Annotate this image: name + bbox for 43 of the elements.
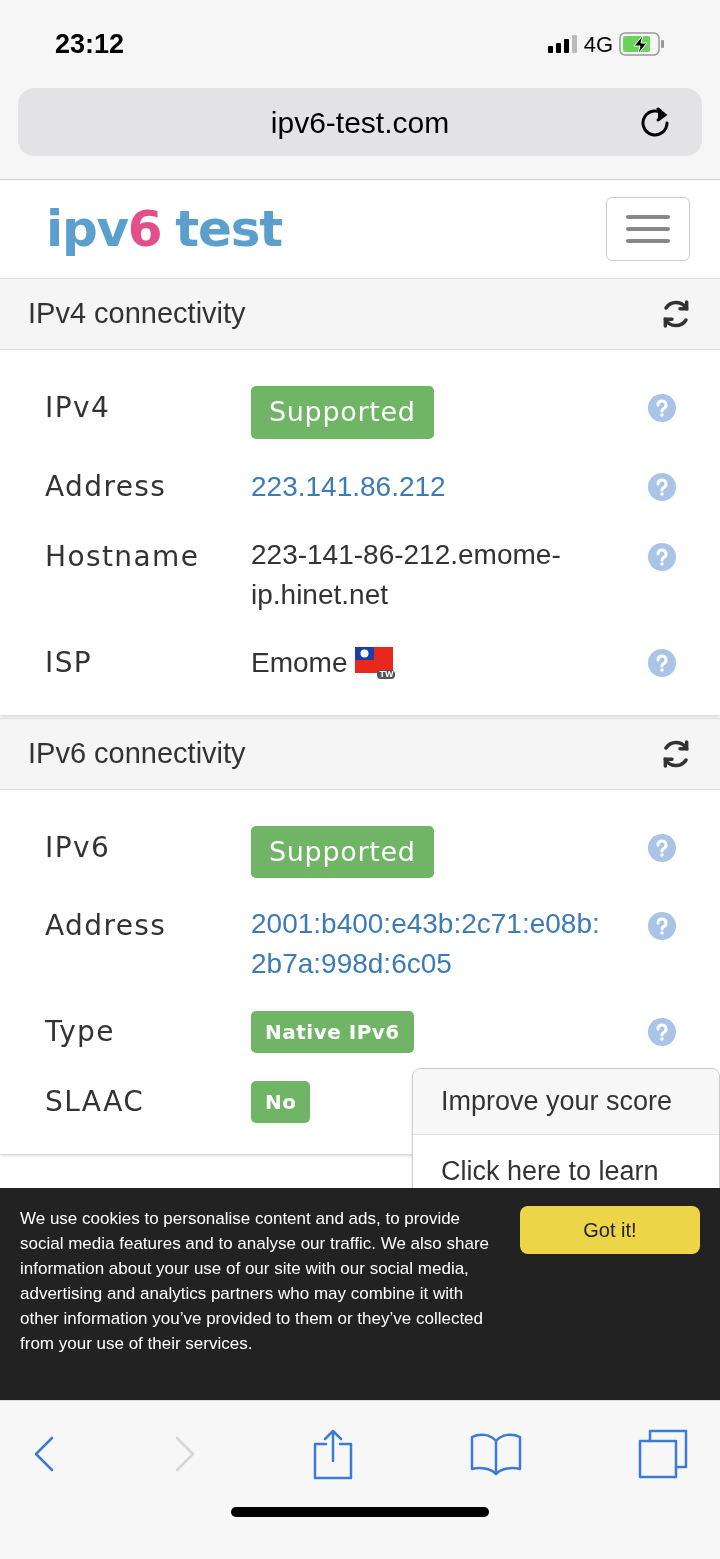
popover-title: Improve your score bbox=[413, 1069, 719, 1135]
help-icon[interactable] bbox=[648, 542, 676, 571]
row-label: SLAAC bbox=[45, 1084, 146, 1120]
clock-time: 23:12 bbox=[55, 27, 125, 61]
help-icon[interactable] bbox=[648, 394, 676, 422]
tabs-icon[interactable] bbox=[638, 1429, 690, 1479]
url-text: ipv6-test.com bbox=[270, 104, 450, 141]
value-text: 223-141-86-212.emome-ip.hinet.net bbox=[251, 537, 562, 612]
row-label: Address bbox=[45, 468, 168, 505]
address-bar[interactable]: ipv6-test.com bbox=[18, 88, 702, 156]
row-label: Type bbox=[45, 1014, 116, 1050]
address-link[interactable]: 223.141.86.212 bbox=[251, 466, 446, 507]
row-label: IPv4 bbox=[45, 390, 112, 426]
status-badge: Supported bbox=[251, 386, 434, 439]
row-label: IPv6 bbox=[45, 829, 112, 866]
help-icon[interactable] bbox=[648, 648, 676, 677]
row-label: Address bbox=[45, 908, 168, 944]
signal-icon bbox=[547, 35, 578, 53]
help-icon[interactable] bbox=[648, 833, 676, 862]
help-icon[interactable] bbox=[648, 472, 676, 501]
section-title: IPv4 connectivity bbox=[28, 296, 246, 332]
address-link[interactable]: 2001:b400:e43b:2c71:e08b:2b7a:998d:6c05 bbox=[251, 904, 608, 984]
row-label: ISP bbox=[45, 644, 94, 681]
battery-charging-icon bbox=[619, 32, 665, 56]
got-it-button[interactable]: Got it! bbox=[520, 1206, 700, 1254]
share-icon[interactable] bbox=[313, 1428, 353, 1480]
help-icon[interactable] bbox=[648, 912, 676, 940]
flag-icon bbox=[355, 646, 394, 673]
help-icon[interactable] bbox=[648, 1018, 676, 1046]
flag-code: TW bbox=[377, 669, 396, 679]
back-icon[interactable] bbox=[32, 1434, 56, 1474]
value-text: Emome bbox=[251, 645, 348, 680]
book-icon[interactable] bbox=[469, 1431, 522, 1477]
status-badge: No bbox=[251, 1081, 311, 1123]
popover-text: Click here to learn bbox=[440, 1154, 660, 1188]
cookie-notice: We use cookies to personalise content and ads, to provide social media features and to analyse our traffic. We also share information about your use of our site with our social media, advertising and analytics partners who may combine it with other information you’ve provided to them or they’ve collected from your use of their services. bbox=[20, 1208, 490, 1355]
status-badge: Native IPv6 bbox=[251, 1011, 414, 1053]
network-type: 4G bbox=[583, 30, 613, 59]
row-label: Hostname bbox=[45, 538, 201, 575]
status-badge: Supported bbox=[251, 825, 434, 878]
site-logo[interactable]: ipv6 test bbox=[46, 204, 282, 254]
menu-button[interactable] bbox=[606, 197, 690, 261]
section-title: IPv6 connectivity bbox=[28, 735, 246, 771]
